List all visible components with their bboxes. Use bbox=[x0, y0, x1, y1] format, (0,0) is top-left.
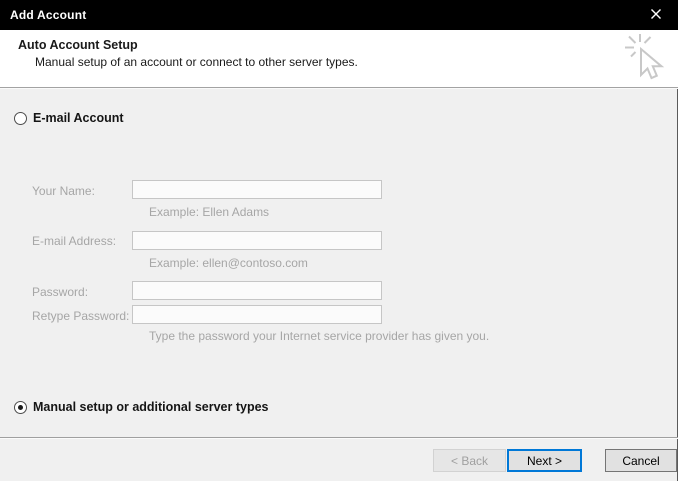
email-account-option[interactable]: E-mail Account bbox=[14, 111, 124, 125]
password-label: Password: bbox=[32, 285, 88, 299]
email-address-input[interactable] bbox=[132, 231, 382, 250]
page-subtitle: Manual setup of an account or connect to… bbox=[35, 55, 358, 69]
retype-password-input[interactable] bbox=[132, 305, 382, 324]
footer-divider bbox=[0, 437, 678, 438]
manual-setup-label: Manual setup or additional server types bbox=[33, 400, 268, 414]
page-title: Auto Account Setup bbox=[18, 38, 138, 52]
titlebar: Add Account bbox=[0, 0, 678, 30]
cancel-button[interactable]: Cancel bbox=[605, 449, 677, 472]
your-name-input[interactable] bbox=[132, 180, 382, 199]
your-name-example: Example: Ellen Adams bbox=[149, 205, 269, 219]
email-address-label: E-mail Address: bbox=[32, 234, 116, 248]
email-account-radio bbox=[14, 112, 27, 125]
email-account-label: E-mail Account bbox=[33, 111, 124, 125]
email-address-example: Example: ellen@contoso.com bbox=[149, 256, 308, 270]
window-title: Add Account bbox=[10, 8, 86, 22]
close-button[interactable] bbox=[633, 0, 678, 30]
add-account-dialog: Add Account Auto Account Setup Manual se… bbox=[0, 0, 678, 481]
password-input[interactable] bbox=[132, 281, 382, 300]
next-button[interactable]: Next > bbox=[507, 449, 582, 472]
retype-password-label: Retype Password: bbox=[32, 309, 129, 323]
manual-setup-option[interactable]: Manual setup or additional server types bbox=[14, 400, 268, 414]
close-icon bbox=[649, 7, 663, 24]
new-account-wizard-icon bbox=[619, 31, 671, 89]
wizard-header: Auto Account Setup Manual setup of an ac… bbox=[0, 30, 678, 88]
manual-setup-radio bbox=[14, 401, 27, 414]
your-name-label: Your Name: bbox=[32, 184, 95, 198]
back-button[interactable]: < Back bbox=[433, 449, 506, 472]
password-hint: Type the password your Internet service … bbox=[149, 329, 489, 343]
